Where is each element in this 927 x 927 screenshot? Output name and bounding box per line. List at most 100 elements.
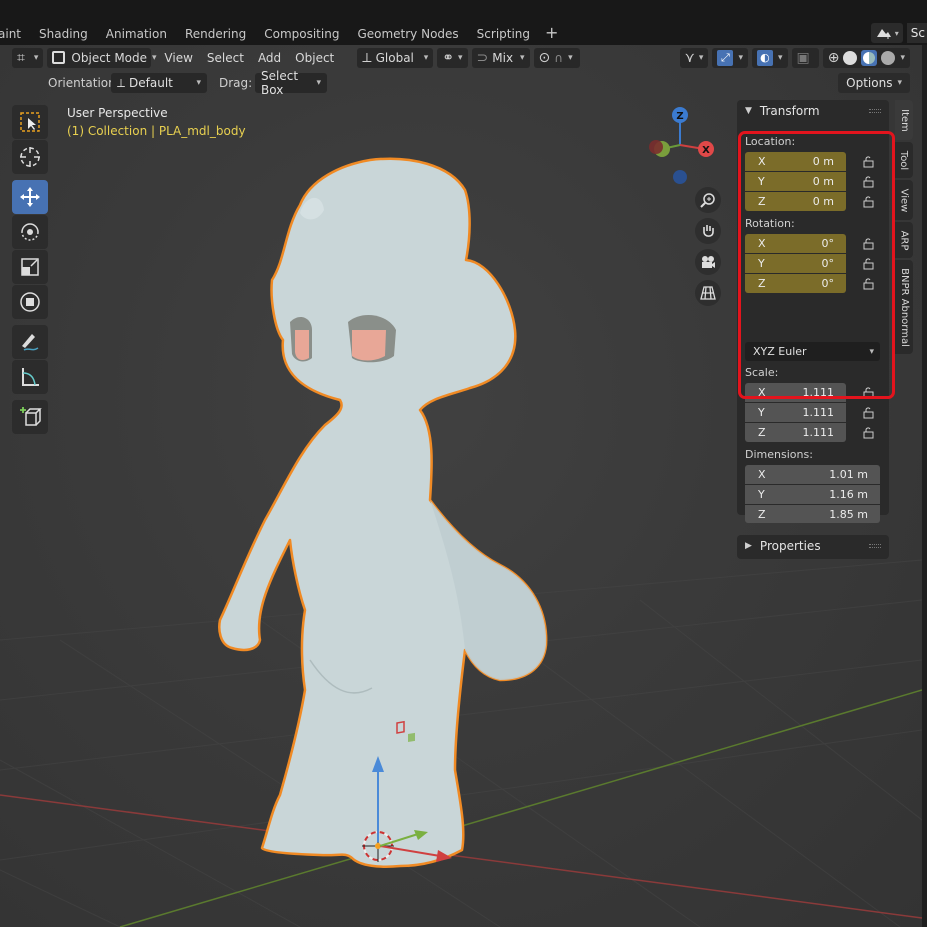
menu-select[interactable]: Select: [202, 48, 249, 68]
move-tool[interactable]: [12, 180, 48, 214]
gizmo-icon: ⤢: [717, 49, 734, 66]
lock-icon[interactable]: [861, 407, 875, 419]
menu-view[interactable]: View: [159, 48, 197, 68]
select-box-icon: [20, 112, 40, 132]
perspective-label: User Perspective: [67, 106, 168, 120]
drag-dropdown[interactable]: Select Box ▾: [255, 69, 327, 97]
add-cube-tool[interactable]: [12, 400, 48, 434]
dimensions-y-field[interactable]: Y 1.16 m: [745, 485, 880, 504]
orientation-dropdown[interactable]: ⟂ Default ▾: [111, 73, 207, 93]
viewport-info: User Perspective (1) Collection | PLA_md…: [67, 104, 246, 140]
perspective-toggle-button[interactable]: [695, 280, 721, 306]
tab-geometry-nodes[interactable]: Geometry Nodes: [348, 22, 467, 46]
magnet-icon: ⊃: [476, 49, 489, 66]
measure-tool[interactable]: [12, 360, 48, 394]
object-mode-icon: [52, 51, 66, 64]
editor-type-button[interactable]: ⌗ ▾: [12, 47, 44, 68]
gizmo-z-label: Z: [676, 111, 683, 122]
transform-panel-header[interactable]: ▼ Transform: [737, 100, 889, 122]
drag-grip-icon[interactable]: [869, 109, 881, 113]
lock-icon[interactable]: [861, 427, 875, 439]
scale-tool[interactable]: [12, 250, 48, 284]
menu-object[interactable]: Object: [290, 48, 339, 68]
hand-icon: [703, 225, 714, 237]
orientation-label: Orientation:: [48, 76, 120, 90]
scene-selector: ▾ Sc: [870, 22, 927, 44]
highlight-annotation: [738, 131, 895, 399]
tab-bnpr-abnormal[interactable]: BNPR Abnormal: [895, 260, 913, 354]
grid-icon: [700, 286, 716, 300]
tab-texture-paint[interactable]: aint: [0, 22, 30, 46]
transform-tool[interactable]: [12, 285, 48, 319]
pivot-icon: ⚭: [442, 49, 454, 66]
top-bar: aint Shading Animation Rendering Composi…: [0, 0, 927, 45]
camera-icon: [702, 256, 715, 268]
scale-z-field[interactable]: Z 1.111: [745, 423, 846, 442]
viewport-header: ⌗ ▾ Object Mode ▾ View Select Add Object ⟂…: [0, 45, 922, 70]
tab-view[interactable]: View: [895, 180, 913, 220]
properties-panel-header[interactable]: ▶ Properties: [737, 535, 889, 557]
measure-icon: [22, 368, 39, 386]
dimensions-z-field[interactable]: Z 1.85 m: [745, 505, 880, 523]
tab-shading[interactable]: Shading: [30, 22, 97, 46]
overlays-icon: ◐: [756, 49, 773, 66]
sidebar-tabs: Item Tool View ARP BNPR Abnormal: [895, 100, 913, 356]
tab-tool[interactable]: Tool: [895, 142, 913, 178]
annotate-tool[interactable]: [12, 325, 48, 359]
mode-dropdown[interactable]: Object Mode ▾: [47, 47, 157, 68]
visibility-icon: ⋎: [684, 49, 695, 66]
orientation-default-icon: ⟂: [117, 75, 126, 90]
visibility-dropdown[interactable]: ⋎ ▾: [679, 47, 709, 68]
pivot-point-dropdown[interactable]: ⚭ ▾: [437, 47, 468, 68]
transform-icon: [20, 292, 40, 312]
falloff-icon: ∩: [554, 50, 564, 65]
properties-panel: ▶ Properties: [737, 535, 889, 559]
camera-view-button[interactable]: [695, 249, 721, 275]
select-box-tool[interactable]: [12, 105, 48, 139]
tab-rendering[interactable]: Rendering: [176, 22, 255, 46]
workspace-tabs: aint Shading Animation Rendering Composi…: [0, 22, 564, 46]
shading-modes[interactable]: ⊕ ▾: [822, 47, 910, 68]
navigation-gizmo[interactable]: Z X: [640, 103, 725, 188]
scene-name-field[interactable]: Sc: [906, 23, 927, 43]
pan-button[interactable]: [695, 218, 721, 244]
rotate-icon: [21, 223, 39, 241]
solid-shading-icon[interactable]: [843, 50, 858, 65]
scene-browse-button[interactable]: ▾: [870, 23, 903, 43]
proportional-edit-button[interactable]: ⊙ ∩ ▾: [533, 47, 580, 68]
tab-animation[interactable]: Animation: [97, 22, 176, 46]
editor-type-icon: ⌗: [17, 49, 25, 66]
tab-item[interactable]: Item: [895, 100, 913, 140]
dimensions-x-field[interactable]: X 1.01 m: [745, 465, 880, 484]
rendered-shading-icon[interactable]: [881, 50, 896, 65]
dimensions-label: Dimensions:: [745, 448, 813, 461]
tool-settings-bar: Orientation: ⟂ Default ▾ Drag: Select Box ▾…: [0, 69, 922, 97]
move-icon: [20, 187, 40, 207]
drag-grip-icon[interactable]: [869, 544, 881, 548]
options-dropdown[interactable]: Options ▾: [838, 73, 910, 93]
scene-icon: [876, 29, 891, 39]
cursor-tool[interactable]: [12, 140, 48, 174]
properties-editor-edge: [922, 45, 927, 927]
gizmo-toggle[interactable]: ⤢ ▾: [712, 47, 748, 68]
xray-toggle[interactable]: ▣: [791, 47, 819, 68]
transform-orientation-dropdown[interactable]: ⟂ Global ▾: [357, 47, 434, 68]
xray-icon: ▣: [796, 49, 810, 66]
snap-dropdown[interactable]: ⊃ Mix ▾: [471, 47, 530, 68]
add-workspace-button[interactable]: +: [539, 22, 564, 46]
annotate-icon: [22, 334, 39, 351]
drag-label: Drag:: [219, 76, 253, 90]
wireframe-shading-icon[interactable]: ⊕: [828, 50, 840, 66]
rotate-tool[interactable]: [12, 215, 48, 249]
tab-arp[interactable]: ARP: [895, 222, 913, 258]
scale-y-field[interactable]: Y 1.111: [745, 403, 846, 422]
zoom-button[interactable]: [695, 187, 721, 213]
scale-icon: [21, 258, 39, 276]
overlays-toggle[interactable]: ◐ ▾: [751, 47, 788, 68]
tab-compositing[interactable]: Compositing: [255, 22, 348, 46]
character-mesh: [218, 157, 548, 868]
menu-add[interactable]: Add: [253, 48, 286, 68]
proportional-edit-icon: ⊙: [538, 49, 551, 66]
tab-scripting[interactable]: Scripting: [468, 22, 539, 46]
material-shading-icon[interactable]: [861, 49, 878, 66]
